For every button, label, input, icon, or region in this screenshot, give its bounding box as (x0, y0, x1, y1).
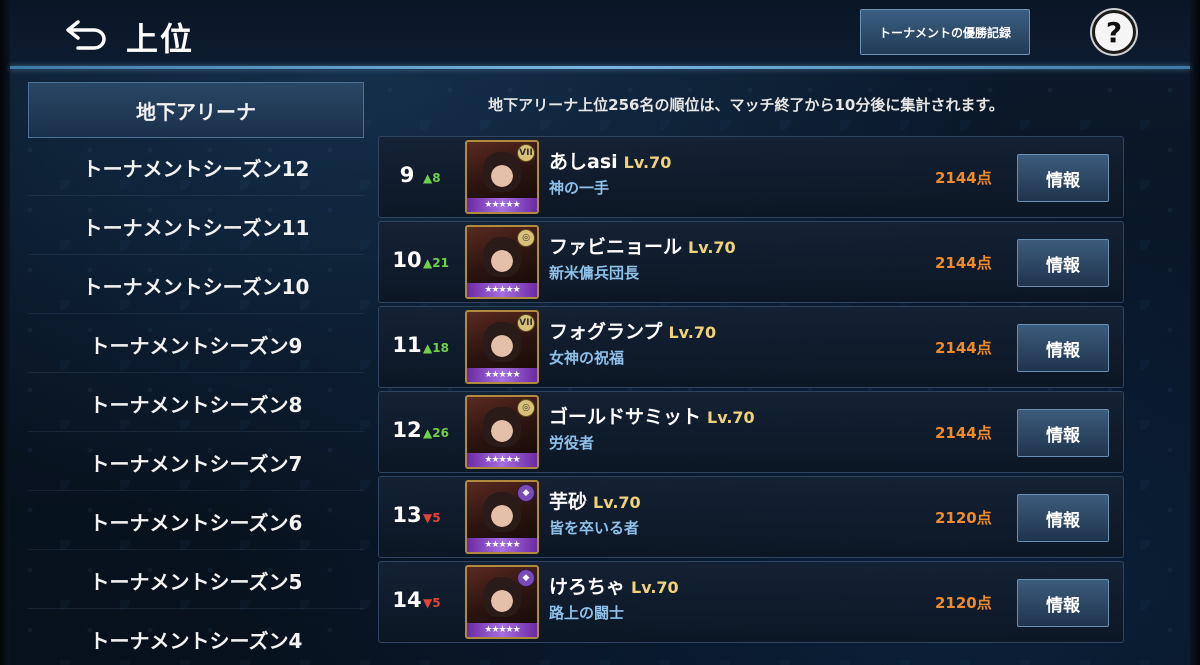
player-level: Lv.70 (707, 408, 755, 427)
info-button[interactable]: 情報 (1017, 154, 1109, 202)
player-points: 2144点 (935, 169, 992, 187)
right-edge (1190, 0, 1200, 665)
character-portrait (483, 407, 521, 447)
rank-change: ▲18 (423, 341, 449, 355)
star-rating: ★★★★★ (467, 623, 537, 637)
player-name-line: 芋砂 Lv.70 (549, 487, 641, 514)
info-button[interactable]: 情報 (1017, 579, 1109, 627)
rank-badge-icon: VII (517, 144, 535, 162)
character-portrait (483, 152, 521, 192)
player-points: 2144点 (935, 424, 992, 442)
player-points: 2144点 (935, 339, 992, 357)
player-avatar[interactable]: ◆ ★★★★★ (465, 565, 539, 639)
player-avatar[interactable]: VII ★★★★★ (465, 140, 539, 214)
character-portrait (483, 492, 521, 532)
sidebar-item-season-11[interactable]: トーナメントシーズン11 (28, 199, 364, 255)
player-title: 神の一手 (549, 179, 610, 197)
rank-badge-icon: ◆ (517, 484, 535, 502)
player-avatar[interactable]: ◎ ★★★★★ (465, 225, 539, 299)
player-name-line: あしasi Lv.70 (549, 147, 671, 174)
character-portrait (483, 237, 521, 277)
player-title: 皆を卒いる者 (549, 519, 640, 537)
left-edge (0, 0, 10, 665)
info-button[interactable]: 情報 (1017, 239, 1109, 287)
help-button[interactable]: ? (1092, 10, 1136, 54)
ranking-notice: 地下アリーナ上位256名の順位は、マッチ終了から10分後に集計されます。 (488, 96, 1004, 114)
sidebar-item-season-5[interactable]: トーナメントシーズン5 (28, 553, 364, 609)
player-name: ファビニョール (549, 236, 683, 258)
player-points: 2144点 (935, 254, 992, 272)
ranking-row: 12 ▲26 ◎ ★★★★★ ゴールドサミット Lv.70 労役者 2144点 情… (378, 391, 1124, 473)
sidebar-item-season-12[interactable]: トーナメントシーズン12 (28, 140, 364, 196)
sidebar: 地下アリーナ トーナメントシーズン12 トーナメントシーズン11 トーナメントシ… (28, 82, 364, 665)
rank-change: ▲21 (423, 256, 449, 270)
character-portrait (483, 322, 521, 362)
rank-number: 14 (392, 588, 422, 612)
player-points: 2120点 (935, 509, 992, 527)
sidebar-item-season-6[interactable]: トーナメントシーズン6 (28, 494, 364, 550)
page-title: 上位 (126, 20, 195, 58)
star-rating: ★★★★★ (467, 368, 537, 382)
player-title: 新米傭兵団長 (549, 264, 640, 282)
tournament-history-button[interactable]: トーナメントの優勝記録 (860, 9, 1030, 55)
ranking-row: 9 ▲8 VII ★★★★★ あしasi Lv.70 神の一手 2144点 情報 (378, 136, 1124, 218)
character-portrait (483, 577, 521, 617)
player-name: 芋砂 (549, 491, 588, 513)
sidebar-item-season-4[interactable]: トーナメントシーズン4 (28, 612, 364, 665)
player-points: 2120点 (935, 594, 992, 612)
sidebar-item-underground-arena[interactable]: 地下アリーナ (28, 82, 364, 138)
rank-number: 13 (392, 503, 422, 527)
player-level: Lv.70 (668, 323, 717, 342)
player-avatar[interactable]: ◎ ★★★★★ (465, 395, 539, 469)
sidebar-item-season-9[interactable]: トーナメントシーズン9 (28, 317, 364, 373)
rank-change: ▲26 (423, 426, 449, 440)
player-name-line: けろちゃ Lv.70 (549, 572, 679, 599)
star-rating: ★★★★★ (467, 198, 537, 212)
rank-change: ▼5 (423, 596, 441, 610)
player-name-line: ゴールドサミット Lv.70 (549, 402, 755, 429)
info-button[interactable]: 情報 (1017, 494, 1109, 542)
player-name-line: ファビニョール Lv.70 (549, 232, 736, 259)
player-name: ゴールドサミット (549, 406, 702, 428)
rank-number: 9 (399, 163, 415, 187)
header-divider (10, 66, 1190, 69)
back-arrow-icon (66, 20, 106, 50)
ranking-row: 13 ▼5 ◆ ★★★★★ 芋砂 Lv.70 皆を卒いる者 2120点 情報 (378, 476, 1124, 558)
ranking-row: 11 ▲18 VII ★★★★★ フォグランプ Lv.70 女神の祝福 2144点… (378, 306, 1124, 388)
star-rating: ★★★★★ (467, 283, 537, 297)
player-name: あしasi (549, 151, 618, 173)
player-name: けろちゃ (549, 576, 626, 598)
star-rating: ★★★★★ (467, 538, 537, 552)
player-level: Lv.70 (623, 153, 672, 172)
player-name-line: フォグランプ Lv.70 (549, 317, 716, 344)
player-name: フォグランプ (549, 321, 663, 343)
rank-number: 12 (392, 418, 422, 442)
player-title: 路上の闘士 (549, 604, 625, 622)
info-button[interactable]: 情報 (1017, 409, 1109, 457)
back-button[interactable] (64, 14, 110, 54)
rank-change: ▼5 (423, 511, 441, 525)
rank-change: ▲8 (423, 171, 441, 185)
ranking-row: 10 ▲21 ◎ ★★★★★ ファビニョール Lv.70 新米傭兵団長 2144点… (378, 221, 1124, 303)
question-mark-icon: ? (1105, 15, 1123, 49)
rank-number: 11 (392, 333, 422, 357)
sidebar-item-season-8[interactable]: トーナメントシーズン8 (28, 376, 364, 432)
info-button[interactable]: 情報 (1017, 324, 1109, 372)
player-avatar[interactable]: ◆ ★★★★★ (465, 480, 539, 554)
player-level: Lv.70 (593, 493, 641, 512)
player-level: Lv.70 (688, 238, 736, 257)
sidebar-item-season-10[interactable]: トーナメントシーズン10 (28, 258, 364, 314)
player-avatar[interactable]: VII ★★★★★ (465, 310, 539, 384)
ranking-row: 14 ▼5 ◆ ★★★★★ けろちゃ Lv.70 路上の闘士 2120点 情報 (378, 561, 1124, 643)
player-level: Lv.70 (631, 578, 679, 597)
rank-number: 10 (392, 248, 422, 272)
rank-badge-icon: ◆ (517, 569, 535, 587)
player-title: 労役者 (549, 434, 595, 452)
sidebar-item-season-7[interactable]: トーナメントシーズン7 (28, 435, 364, 491)
star-rating: ★★★★★ (467, 453, 537, 467)
rank-badge-icon: ◎ (517, 229, 535, 247)
rank-badge-icon: VII (517, 314, 535, 332)
rank-badge-icon: ◎ (517, 399, 535, 417)
player-title: 女神の祝福 (549, 349, 625, 367)
